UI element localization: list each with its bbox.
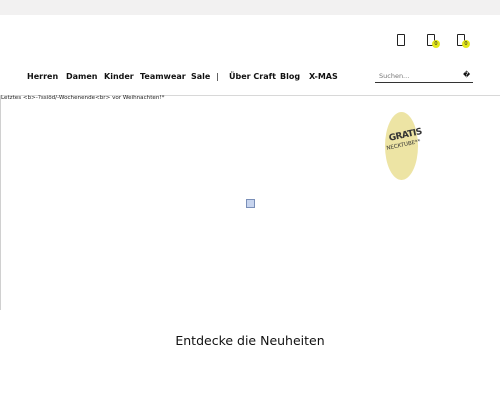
nav-item-kinder[interactable]: Kinder (104, 72, 134, 81)
hero-border (0, 96, 1, 310)
section-title: Entdecke die Neuheiten (175, 333, 325, 348)
account-icon-glyph (397, 34, 405, 46)
search-icon[interactable]: � (463, 70, 472, 80)
nav-item-ueber-craft[interactable]: Über Craft (229, 72, 276, 81)
search-input[interactable] (379, 70, 459, 82)
countdown-text: Letztes <b>-?ssiöd/-Wochenende<br> vor W… (1, 95, 165, 101)
nav-item-xmas[interactable]: X-MAS (309, 72, 338, 81)
account-icon[interactable] (394, 33, 408, 47)
nav-item-sale[interactable]: Sale (191, 72, 210, 81)
cart-count-badge: 0 (462, 40, 470, 48)
search-box: � (375, 70, 473, 83)
cart-icon[interactable]: 0 (454, 33, 470, 48)
header-icons: 0 0 (390, 33, 480, 49)
wishlist-icon[interactable]: 0 (424, 33, 440, 48)
nav-separator: | (216, 72, 219, 81)
nav-item-damen[interactable]: Damen (66, 72, 98, 81)
nav-item-teamwear[interactable]: Teamwear (140, 72, 186, 81)
wishlist-count-badge: 0 (432, 40, 440, 48)
nav-item-blog[interactable]: Blog (280, 72, 300, 81)
nav-item-herren[interactable]: Herren (27, 72, 58, 81)
loading-icon (246, 199, 255, 208)
top-bar (0, 0, 500, 15)
